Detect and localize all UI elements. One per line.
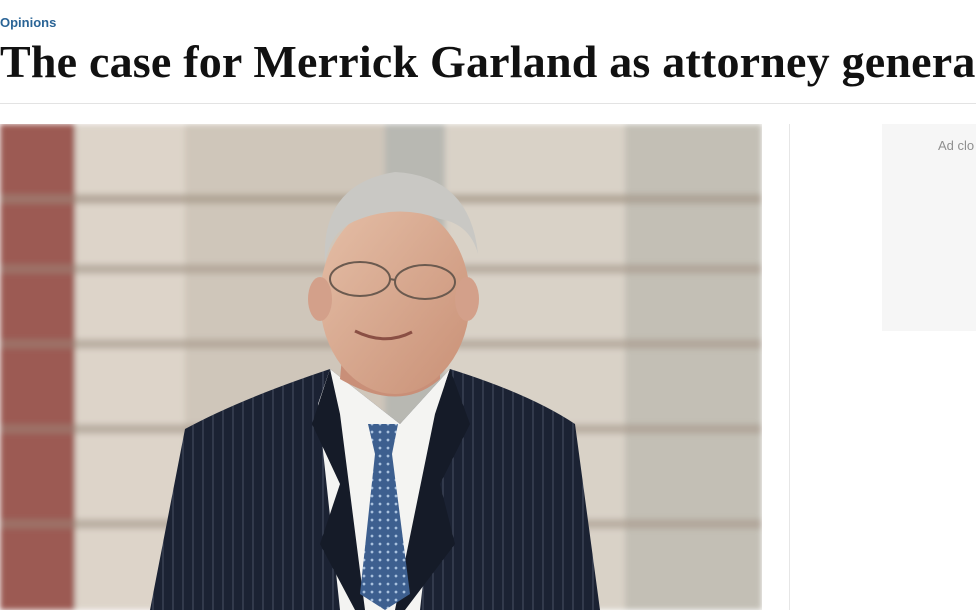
section-label-opinions[interactable]: Opinions xyxy=(0,15,56,30)
hero-photo xyxy=(0,124,762,610)
right-rail-divider xyxy=(789,124,790,610)
ad-slot: Ad clo xyxy=(882,124,976,331)
ad-close-label[interactable]: Ad clo xyxy=(938,138,974,153)
header-divider xyxy=(0,103,976,104)
article-headline: The case for Merrick Garland as attorney… xyxy=(0,36,976,87)
